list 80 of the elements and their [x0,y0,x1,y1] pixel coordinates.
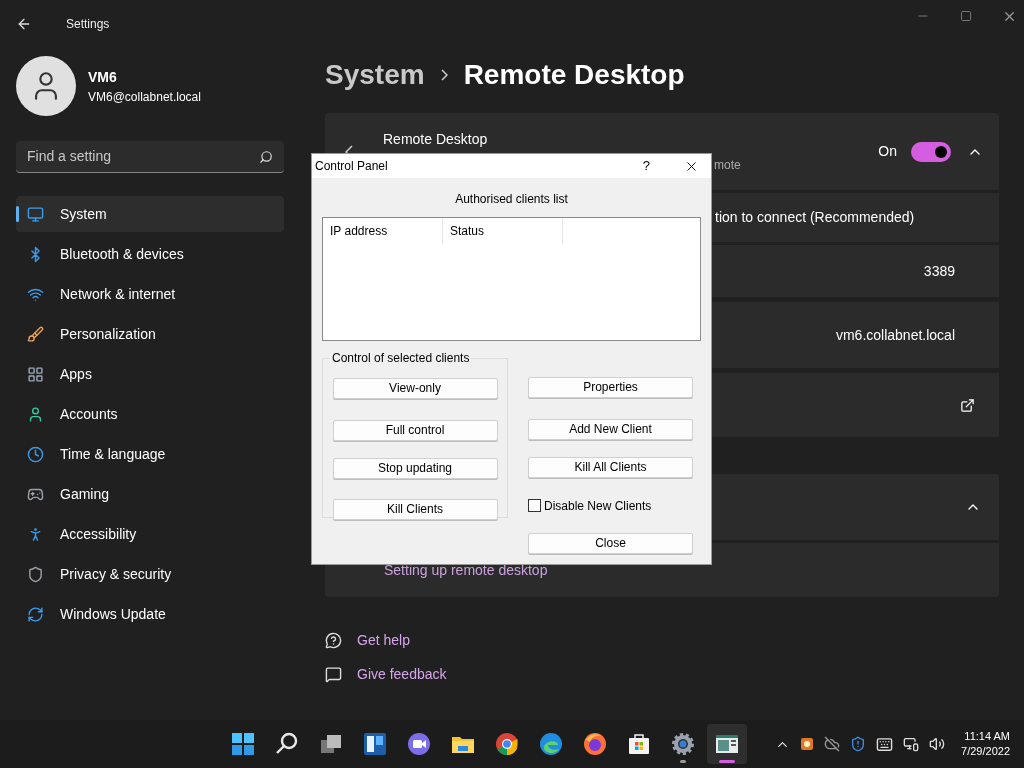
edge-icon[interactable] [539,732,563,756]
user-email: VM6@collabnet.local [88,88,201,106]
sidebar-item[interactable]: Windows Update [16,596,284,632]
feedback-icon [325,666,342,683]
setting-title: Remote Desktop [383,130,488,149]
checkbox-label: Disable New Clients [544,497,652,515]
sidebar-item[interactable]: Accessibility [16,516,284,552]
user-name: VM6 [88,67,118,87]
clock-date[interactable]: 7/29/2022 [961,744,1010,759]
cloud-off-icon[interactable] [824,736,841,752]
running-indicator [719,760,735,763]
action-button[interactable]: Full control [332,419,498,441]
clock-icon [27,445,44,463]
action-button[interactable]: Kill All Clients [528,456,693,478]
chevron-right-icon [440,69,448,81]
search-icon [259,149,273,164]
clock-time[interactable]: 11:14 AM [964,729,1010,744]
action-button[interactable]: Properties [528,376,693,398]
column-header[interactable]: Status [443,218,563,244]
checkbox[interactable] [528,499,541,512]
apps-grid-icon [27,365,44,383]
setting-label: tion to connect (Recommended) [715,208,915,227]
list-label: Authorised clients list [455,191,568,208]
setting-value: vm6.collabnet.local [835,325,955,345]
external-link-icon[interactable] [960,397,975,413]
sidebar-item[interactable]: Bluetooth & devices [16,236,284,272]
sidebar-item[interactable]: Time & language [16,436,284,472]
toggle-label: On [878,142,897,161]
toggle-knob [935,145,947,158]
search-icon[interactable] [275,732,299,756]
gear-icon[interactable] [671,732,695,756]
taskbar-item[interactable] [707,724,747,764]
monitor-icon [27,205,44,223]
start-icon[interactable] [231,732,255,756]
maximize-icon[interactable] [960,10,972,22]
search-input[interactable]: Find a setting [27,146,259,167]
firefox-icon[interactable] [583,732,607,756]
shield-warning-icon[interactable] [850,736,867,752]
sidebar-item[interactable]: Apps [16,356,284,392]
network-icon[interactable] [903,736,920,752]
action-button[interactable]: Kill Clients [332,498,498,520]
help-link[interactable]: Give feedback [357,664,447,685]
column-header[interactable]: IP address [323,218,443,244]
help-icon [325,632,342,649]
sidebar-item[interactable]: Gaming [16,476,284,512]
person-icon [27,405,44,423]
update-icon [27,605,44,623]
task-view-icon[interactable] [319,732,343,756]
tray-app-icon[interactable] [800,737,815,751]
setting-description: mote [714,157,741,174]
back-icon[interactable] [16,16,32,32]
sidebar-item[interactable]: Network & internet [16,276,284,312]
action-button[interactable]: View-only [332,377,498,399]
action-button[interactable]: Add New Client [528,418,693,440]
shield-icon [27,565,44,583]
help-link[interactable]: Get help [357,630,410,651]
toggle-switch[interactable] [911,141,951,162]
close-button[interactable]: Close [528,532,693,554]
brush-icon [27,325,44,343]
widgets-icon[interactable] [363,732,387,756]
sidebar-item[interactable]: System [16,196,284,232]
keyboard-icon[interactable] [876,735,894,753]
app-window-icon[interactable] [715,732,739,756]
window-title: Settings [66,16,110,33]
selection-bar [16,206,19,222]
dialog-title: Control Panel [315,158,389,175]
sidebar-item[interactable]: Accounts [16,396,284,432]
chrome-icon[interactable] [495,732,519,756]
search-field[interactable]: Find a setting [16,141,284,173]
page-title: Remote Desktop [463,58,685,92]
breadcrumb-parent[interactable]: System [325,54,425,96]
volume-icon[interactable] [929,736,946,752]
sidebar-item[interactable]: Privacy & security [16,556,284,592]
help-button[interactable]: ? [642,156,650,176]
chat-icon[interactable] [407,732,431,756]
sidebar-item[interactable]: Personalization [16,316,284,352]
setting-value: 3389 [923,261,955,281]
action-button[interactable]: Stop updating [332,457,498,479]
running-indicator [680,760,686,763]
store-icon[interactable] [627,732,651,756]
